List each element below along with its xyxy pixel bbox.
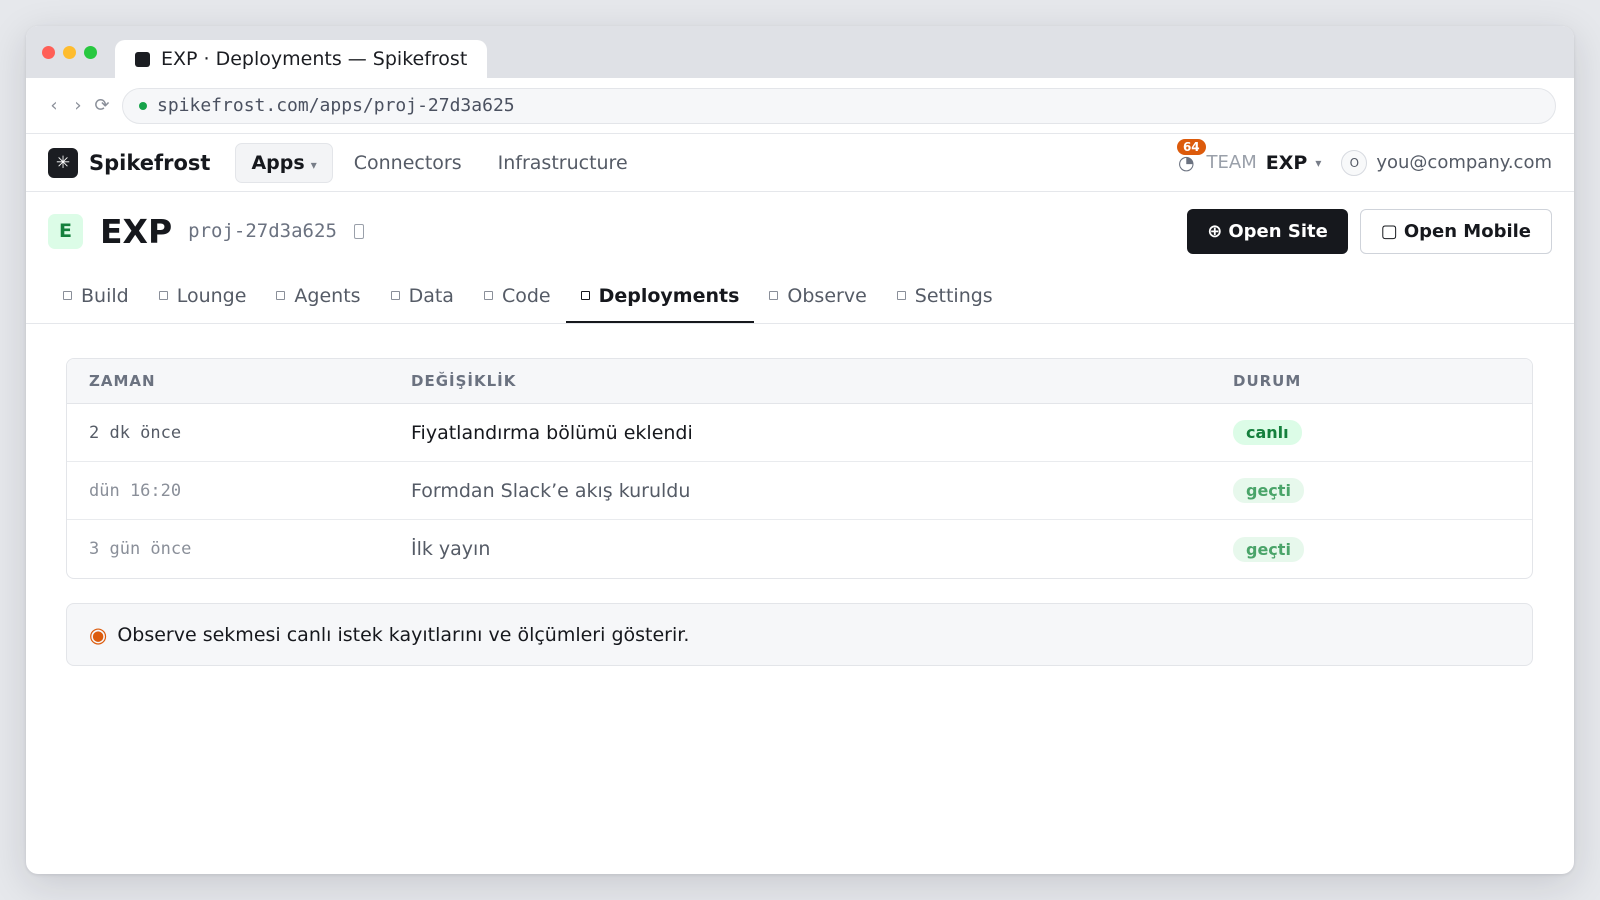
table-header: ZAMAN DEĞİŞİKLİK DURUM (67, 359, 1532, 404)
deployment-time: 2 dk önce (89, 422, 182, 443)
status-badge: geçti (1233, 478, 1304, 503)
mobile-icon: ▢ (1380, 220, 1398, 242)
tab-settings[interactable]: Settings (882, 270, 1008, 323)
tab-label: Agents (294, 284, 361, 307)
table-row[interactable]: 2 dk önce Fiyatlandırma bölümü eklendi c… (67, 404, 1532, 462)
open-mobile-button[interactable]: ▢ Open Mobile (1359, 208, 1552, 254)
code-icon (483, 291, 493, 300)
deployment-change: Formdan Slack’e akış kuruldu (411, 479, 691, 502)
open-site-button[interactable]: ⊕ Open Site (1187, 208, 1348, 254)
clock-icon: ◔ (1177, 151, 1195, 174)
deployments-icon (580, 291, 590, 300)
team-switcher[interactable]: EXP (1266, 152, 1308, 174)
info-dot-icon: ◉ (89, 622, 108, 647)
open-site-label: Open Site (1228, 220, 1328, 242)
browser-tab[interactable]: EXP · Deployments — Spikefrost (115, 40, 487, 78)
browser-window: EXP · Deployments — Spikefrost ‹ › ⟳ spi… (26, 26, 1574, 874)
tab-label: Data (408, 284, 454, 307)
nav-connectors[interactable]: Connectors (339, 144, 477, 182)
table-row[interactable]: 3 gün önce İlk yayın geçti (67, 520, 1532, 578)
build-icon (63, 291, 72, 300)
close-window-button[interactable] (42, 46, 55, 59)
project-header: E EXP proj-27d3a625 ⊕ Open Site ▢ Open M… (26, 192, 1574, 270)
maximize-window-button[interactable] (84, 46, 97, 59)
team-label: TEAM (1206, 152, 1257, 173)
browser-tab-title: EXP · Deployments — Spikefrost (161, 48, 468, 70)
tab-agents[interactable]: Agents (261, 270, 375, 323)
info-callout-text: Observe sekmesi canlı istek kayıtlarını … (117, 623, 690, 646)
tab-label: Build (81, 284, 129, 307)
snowflake-logo-icon: ✳ (48, 147, 78, 178)
deployment-time: dün 16:20 (89, 480, 182, 501)
tab-label: Lounge (176, 284, 247, 307)
deployment-time: 3 gün önce (89, 539, 192, 559)
url-text: spikefrost.com/apps/proj-27d3a625 (157, 95, 515, 116)
table-row[interactable]: dün 16:20 Formdan Slack’e akış kuruldu g… (67, 462, 1532, 520)
tab-observe[interactable]: Observe (754, 270, 881, 323)
address-bar: ‹ › ⟳ spikefrost.com/apps/proj-27d3a625 (26, 78, 1574, 134)
deployments-table: ZAMAN DEĞİŞİKLİK DURUM 2 dk önce Fiyatla… (66, 358, 1533, 579)
tab-lounge[interactable]: Lounge (144, 270, 262, 323)
open-mobile-label: Open Mobile (1403, 220, 1531, 242)
data-icon (390, 291, 400, 300)
page-title: EXP (100, 211, 173, 251)
tab-label: Deployments (598, 284, 740, 307)
user-email[interactable]: you@company.com (1376, 152, 1552, 173)
tab-deployments[interactable]: Deployments (565, 270, 755, 323)
minimize-window-button[interactable] (63, 46, 76, 59)
tab-label: Code (501, 284, 551, 307)
brand-logo[interactable]: ✳ Spikefrost (48, 147, 211, 178)
status-badge: geçti (1233, 536, 1304, 562)
chevron-down-icon[interactable]: ▾ (1315, 156, 1321, 170)
project-actions: ⊕ Open Site ▢ Open Mobile (1187, 208, 1552, 254)
info-callout: ◉ Observe sekmesi canlı istek kayıtların… (66, 603, 1533, 666)
column-header-time: ZAMAN (89, 372, 156, 390)
notification-count-badge: 64 (1176, 138, 1206, 155)
notifications-button[interactable]: ◔ 64 (1176, 138, 1206, 174)
project-avatar: E (48, 213, 83, 249)
copy-icon[interactable] (353, 223, 364, 239)
nav-apps-label: Apps (251, 151, 305, 174)
column-header-change: DEĞİŞİKLİK (411, 372, 517, 390)
project-id: proj-27d3a625 (188, 220, 337, 242)
browser-titlebar: EXP · Deployments — Spikefrost (26, 26, 1574, 78)
agents-icon (276, 291, 286, 300)
tab-build[interactable]: Build (48, 270, 144, 323)
tab-label: Settings (914, 284, 993, 307)
back-icon[interactable]: ‹ (42, 95, 66, 116)
forward-icon[interactable]: › (66, 95, 90, 116)
observe-icon (769, 291, 779, 300)
lounge-icon (158, 291, 168, 300)
avatar[interactable]: O (1341, 149, 1368, 176)
deployment-change: İlk yayın (411, 538, 491, 560)
tab-label: Observe (787, 284, 867, 307)
project-tabs: Build Lounge Agents Data Code Deployment… (26, 270, 1574, 324)
tab-code[interactable]: Code (469, 270, 566, 323)
settings-icon (896, 291, 906, 300)
nav-right: ◔ 64 TEAM EXP ▾ O you@company.com (1176, 138, 1552, 176)
secure-connection-icon (139, 101, 147, 110)
tab-data[interactable]: Data (376, 270, 469, 323)
url-input[interactable]: spikefrost.com/apps/proj-27d3a625 (122, 87, 1556, 124)
brand-name: Spikefrost (89, 150, 211, 175)
nav-apps[interactable]: Apps ▾ (235, 142, 333, 183)
globe-icon: ⊕ (1207, 220, 1223, 242)
status-badge: canlı (1233, 420, 1302, 445)
app-top-nav: ✳ Spikefrost Apps ▾ Connectors Infrastru… (26, 134, 1574, 192)
main-content: ZAMAN DEĞİŞİKLİK DURUM 2 dk önce Fiyatla… (26, 324, 1574, 666)
nav-infrastructure[interactable]: Infrastructure (483, 144, 643, 182)
chevron-down-icon: ▾ (310, 157, 317, 172)
primary-nav: Apps ▾ Connectors Infrastructure (235, 142, 643, 183)
reload-icon[interactable]: ⟳ (90, 95, 114, 116)
favicon-icon (135, 51, 150, 67)
deployment-change: Fiyatlandırma bölümü eklendi (411, 421, 693, 444)
column-header-status: DURUM (1233, 372, 1302, 390)
